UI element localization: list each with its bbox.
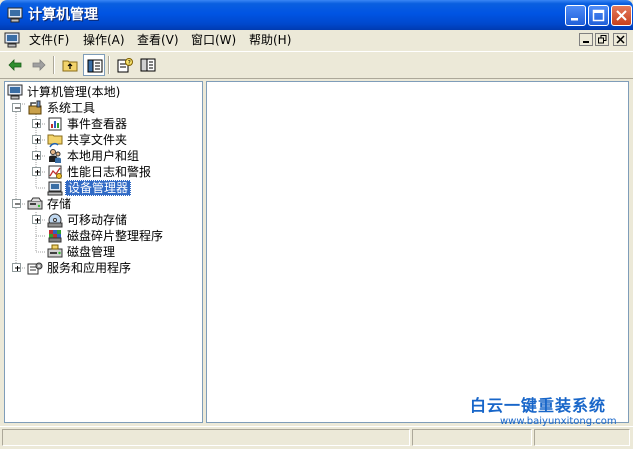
watermark-title: 白云一键重装系统 bbox=[470, 396, 607, 415]
menu-action[interactable]: 操作(A) bbox=[83, 32, 125, 48]
collapse-toggle[interactable] bbox=[12, 103, 21, 112]
expand-toggle[interactable] bbox=[32, 135, 41, 144]
menu-view[interactable]: 查看(V) bbox=[137, 32, 179, 48]
menu-file[interactable]: 文件(F) bbox=[29, 32, 69, 48]
details-pane[interactable] bbox=[206, 81, 629, 423]
status-cell-main bbox=[2, 429, 410, 446]
plus-icon bbox=[15, 266, 20, 271]
expand-toggle[interactable] bbox=[32, 119, 41, 128]
tree-item-label: 计算机管理(本地) bbox=[27, 85, 121, 99]
status-cell-secondary bbox=[412, 429, 532, 446]
show-hide-tree-button[interactable] bbox=[83, 54, 105, 76]
performance-icon bbox=[48, 165, 62, 179]
back-button[interactable] bbox=[4, 54, 26, 76]
plus-icon bbox=[35, 170, 40, 175]
storage-icon bbox=[27, 197, 43, 210]
expand-toggle[interactable] bbox=[32, 167, 41, 176]
minimize-icon bbox=[583, 41, 589, 43]
disk-management-icon bbox=[47, 244, 63, 258]
properties-help-icon: ? bbox=[117, 58, 133, 73]
expand-toggle[interactable] bbox=[12, 263, 21, 272]
status-bar bbox=[0, 426, 633, 449]
menu-help[interactable]: 帮助(H) bbox=[249, 32, 291, 48]
forward-arrow-icon bbox=[32, 59, 46, 71]
watermark-logo: 白云一键重装系统 www.baiyunxitong.com bbox=[470, 396, 630, 428]
mmc-document-icon[interactable] bbox=[4, 32, 20, 48]
defrag-icon bbox=[48, 230, 62, 243]
plus-icon bbox=[35, 138, 40, 143]
menu-bar: 文件(F) 操作(A) 查看(V) 窗口(W) 帮助(H) bbox=[0, 30, 633, 50]
tree-item-label: 共享文件夹 bbox=[67, 133, 128, 147]
child-restore-button[interactable] bbox=[595, 33, 609, 46]
expand-toggle[interactable] bbox=[32, 151, 41, 160]
close-icon bbox=[616, 35, 625, 44]
services-icon bbox=[27, 262, 43, 275]
event-viewer-icon bbox=[48, 117, 62, 131]
minus-icon bbox=[15, 203, 20, 205]
tree-item-label: 磁盘管理 bbox=[67, 245, 116, 259]
status-cell-tertiary bbox=[534, 429, 630, 446]
view-pane-icon bbox=[140, 58, 156, 72]
plus-icon bbox=[35, 154, 40, 159]
title-bar[interactable]: 计算机管理 bbox=[0, 0, 633, 30]
back-arrow-icon bbox=[8, 59, 22, 71]
toolbox-icon bbox=[28, 100, 42, 115]
minimize-icon bbox=[571, 18, 578, 21]
users-icon bbox=[49, 149, 61, 163]
toolbar-separator bbox=[108, 56, 110, 74]
restore-icon bbox=[598, 35, 607, 44]
computer-management-icon bbox=[7, 84, 23, 100]
device-manager-icon bbox=[47, 181, 63, 196]
collapse-toggle[interactable] bbox=[12, 199, 21, 208]
child-close-button[interactable] bbox=[613, 33, 627, 46]
up-one-level-button[interactable] bbox=[59, 54, 81, 76]
tree-item-label: 磁盘碎片整理程序 bbox=[67, 229, 164, 243]
plus-icon bbox=[35, 218, 40, 223]
computer-management-icon bbox=[7, 7, 23, 23]
window-title: 计算机管理 bbox=[28, 7, 98, 23]
close-button[interactable] bbox=[611, 5, 632, 26]
show-hide-tree-icon bbox=[87, 59, 103, 73]
maximize-button[interactable] bbox=[588, 5, 609, 26]
toolbar-separator bbox=[53, 56, 55, 74]
minimize-button[interactable] bbox=[565, 5, 586, 26]
view-pane-button[interactable] bbox=[137, 54, 159, 76]
tree-item-label: 服务和应用程序 bbox=[47, 261, 132, 275]
tree-item-label: 系统工具 bbox=[47, 101, 96, 115]
properties-button[interactable]: ? bbox=[114, 54, 136, 76]
tree-item-label: 性能日志和警报 bbox=[67, 165, 152, 179]
tree-item-label: 事件查看器 bbox=[67, 117, 128, 131]
expand-toggle[interactable] bbox=[32, 215, 41, 224]
shared-folder-icon bbox=[47, 134, 63, 148]
maximize-icon bbox=[592, 9, 605, 22]
minus-icon bbox=[15, 107, 20, 109]
tree-item-label: 存储 bbox=[47, 197, 72, 211]
tree-item-label: 本地用户和组 bbox=[67, 149, 140, 163]
plus-icon bbox=[35, 122, 40, 127]
tree-item-label: 可移动存储 bbox=[67, 213, 128, 227]
menu-window[interactable]: 窗口(W) bbox=[191, 32, 236, 48]
tree-item-label-selected: 设备管理器 bbox=[65, 180, 132, 196]
toolbar: ? bbox=[0, 51, 633, 79]
child-minimize-button[interactable] bbox=[579, 33, 593, 46]
console-tree-pane[interactable]: 计算机管理(本地) 系统工具 事件查看器 共享文件夹 本地用户和组 性能日志和警… bbox=[4, 81, 203, 423]
up-folder-icon bbox=[62, 60, 78, 72]
svg-text:?: ? bbox=[128, 59, 131, 66]
removable-storage-icon bbox=[47, 213, 63, 228]
close-icon bbox=[616, 10, 627, 21]
forward-button[interactable] bbox=[28, 54, 50, 76]
